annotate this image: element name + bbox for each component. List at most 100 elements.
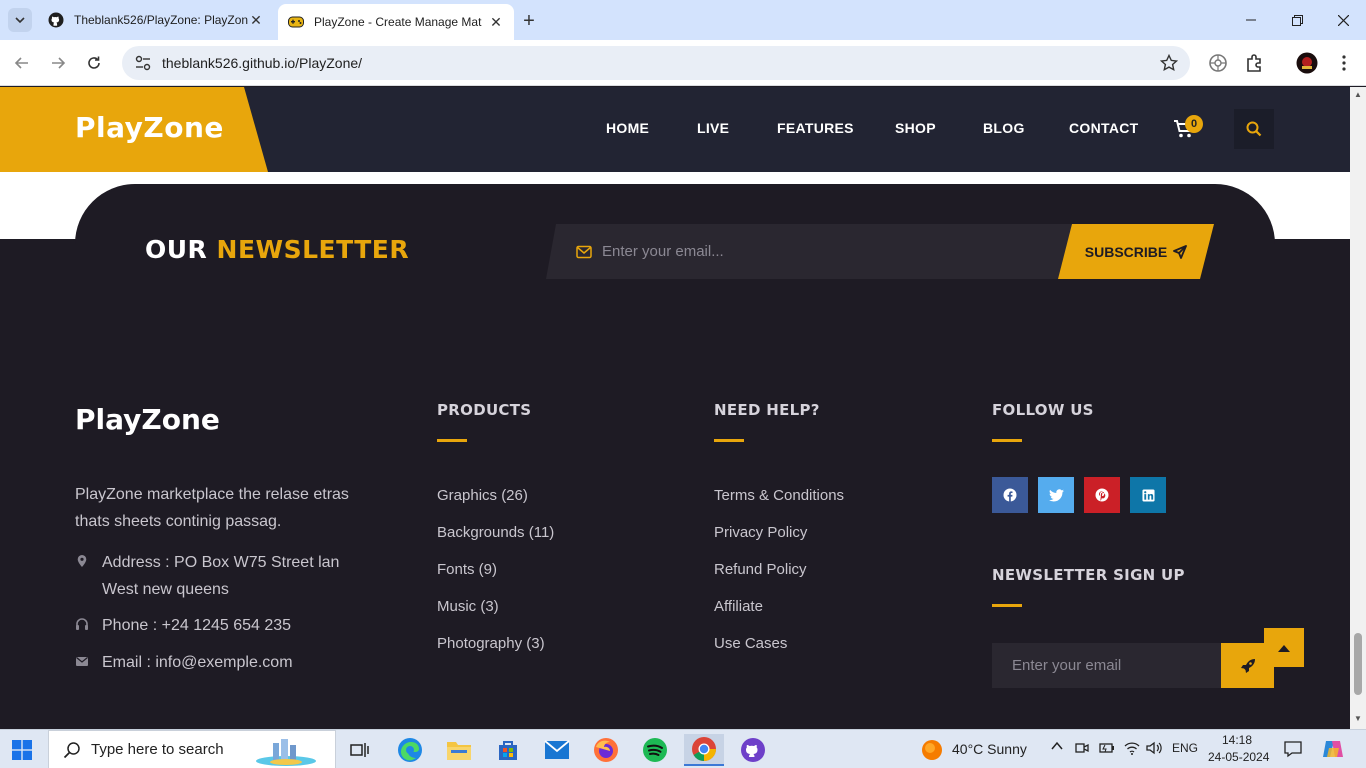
site-settings-icon[interactable]: [134, 54, 152, 72]
tab-github[interactable]: Theblank526/PlayZone: PlayZon ✕: [38, 4, 274, 36]
nav-features[interactable]: FEATURES: [777, 120, 854, 136]
weather-widget[interactable]: [912, 734, 952, 766]
page-scrollbar[interactable]: ▲ ▼: [1350, 87, 1366, 729]
show-hidden-icons[interactable]: [1050, 739, 1064, 756]
extension-icon[interactable]: [1207, 52, 1229, 74]
browser-tab-strip: Theblank526/PlayZone: PlayZon ✕ PlayZone…: [0, 0, 1366, 40]
tab-title: PlayZone - Create Manage Mat: [314, 15, 482, 29]
store-app[interactable]: [488, 734, 528, 766]
address-bar[interactable]: theblank526.github.io/PlayZone/: [122, 46, 1190, 80]
help-link[interactable]: Refund Policy: [714, 561, 807, 578]
footer-address: Address : PO Box W75 Street lan West new…: [75, 549, 365, 603]
close-tab-icon[interactable]: ✕: [248, 12, 264, 28]
footer-logo[interactable]: PlayZone: [75, 403, 220, 436]
camera-icon: [1075, 743, 1089, 753]
spotify-app[interactable]: [635, 734, 675, 766]
signup-placeholder: Enter your email: [1012, 657, 1122, 674]
newsletter-title: OUR NEWSLETTER: [145, 235, 409, 264]
tab-playzone[interactable]: PlayZone - Create Manage Mat ✕: [278, 4, 514, 40]
taskbar-search-box[interactable]: Type here to search: [48, 730, 336, 768]
linkedin-button[interactable]: [1130, 477, 1166, 513]
back-to-top-button[interactable]: [1264, 628, 1304, 667]
back-button[interactable]: [10, 51, 34, 75]
browser-menu-button[interactable]: [1333, 52, 1355, 74]
reload-icon: [88, 56, 100, 69]
rocket-icon: [1240, 658, 1255, 673]
close-window-button[interactable]: [1320, 0, 1366, 40]
scroll-up-arrow[interactable]: ▲: [1354, 91, 1362, 99]
newsletter-email-input[interactable]: Enter your email...: [546, 224, 1072, 279]
facebook-button[interactable]: [992, 477, 1028, 513]
twitter-button[interactable]: [1038, 477, 1074, 513]
windows-taskbar: Type here to search 40°C Sunny ENG 14:18…: [0, 729, 1366, 768]
scrollbar-thumb[interactable]: [1354, 633, 1362, 695]
firefox-icon: [594, 738, 618, 762]
nav-home[interactable]: HOME: [606, 120, 649, 136]
language-indicator[interactable]: ENG: [1172, 741, 1198, 755]
url-text: theblank526.github.io/PlayZone/: [162, 55, 363, 71]
twitter-icon: [1048, 488, 1064, 501]
help-link[interactable]: Privacy Policy: [714, 524, 807, 541]
subscribe-button[interactable]: SUBSCRIBE: [1058, 224, 1214, 279]
new-tab-button[interactable]: +: [518, 10, 540, 32]
site-logo[interactable]: PlayZone: [75, 111, 224, 144]
reload-button[interactable]: [82, 51, 106, 75]
footer-phone: Phone : +24 1245 654 235: [75, 612, 291, 639]
clock-date[interactable]: 24-05-2024: [1208, 750, 1269, 764]
product-link[interactable]: Photography (3): [437, 635, 545, 652]
battery-indicator[interactable]: [1099, 740, 1115, 759]
help-link[interactable]: Affiliate: [714, 598, 763, 615]
extensions-button[interactable]: [1244, 52, 1266, 74]
mail-app[interactable]: [537, 734, 577, 766]
wifi-icon: [1124, 742, 1140, 755]
product-link[interactable]: Fonts (9): [437, 561, 497, 578]
footer-email: Email : info@exemple.com: [75, 649, 293, 676]
tab-title: Theblank526/PlayZone: PlayZon: [74, 13, 248, 27]
meet-icon[interactable]: [1075, 740, 1089, 759]
clock-time[interactable]: 14:18: [1222, 733, 1252, 747]
follow-title: FOLLOW US: [992, 401, 1094, 419]
help-link[interactable]: Terms & Conditions: [714, 487, 844, 504]
signup-email-input[interactable]: Enter your email: [992, 643, 1222, 688]
nav-shop[interactable]: SHOP: [895, 120, 936, 136]
github-desktop-icon: [741, 738, 765, 762]
file-explorer-app[interactable]: [439, 734, 479, 766]
bookmark-star-icon[interactable]: [1160, 54, 1178, 72]
nav-contact[interactable]: CONTACT: [1069, 120, 1139, 136]
forward-button[interactable]: [46, 51, 70, 75]
help-link[interactable]: Use Cases: [714, 635, 787, 652]
cart-count-badge: 0: [1185, 115, 1203, 133]
windows-start-icon[interactable]: [12, 740, 32, 760]
close-tab-icon[interactable]: ✕: [488, 14, 504, 30]
volume-indicator[interactable]: [1146, 740, 1162, 759]
github-desktop-app[interactable]: [733, 734, 773, 766]
product-link[interactable]: Music (3): [437, 598, 499, 615]
product-link[interactable]: Backgrounds (11): [437, 524, 554, 541]
copilot-icon: [1323, 741, 1343, 757]
pinterest-button[interactable]: [1084, 477, 1120, 513]
products-underline: [437, 439, 467, 442]
scroll-down-arrow[interactable]: ▼: [1354, 715, 1362, 723]
copilot-button[interactable]: [1322, 738, 1344, 763]
speaker-icon: [1146, 741, 1162, 755]
spotify-icon: [643, 738, 667, 762]
signup-title: NEWSLETTER SIGN UP: [992, 566, 1185, 584]
chrome-app[interactable]: [684, 734, 724, 766]
aperture-icon: [1209, 54, 1227, 72]
restore-button[interactable]: [1274, 0, 1320, 40]
task-view-button[interactable]: [340, 734, 380, 766]
tab-search-button[interactable]: [8, 8, 32, 32]
notification-center[interactable]: [1284, 740, 1302, 761]
edge-app[interactable]: [390, 734, 430, 766]
nav-live[interactable]: LIVE: [697, 120, 729, 136]
nav-blog[interactable]: BLOG: [983, 120, 1025, 136]
firefox-app[interactable]: [586, 734, 626, 766]
facebook-icon: [1003, 488, 1017, 502]
search-button[interactable]: [1234, 109, 1274, 149]
products-title: PRODUCTS: [437, 401, 532, 419]
minimize-button[interactable]: [1228, 0, 1274, 40]
product-link[interactable]: Graphics (26): [437, 487, 528, 504]
profile-avatar[interactable]: [1296, 52, 1318, 74]
weather-text[interactable]: 40°C Sunny: [952, 741, 1027, 757]
network-indicator[interactable]: [1124, 740, 1140, 759]
